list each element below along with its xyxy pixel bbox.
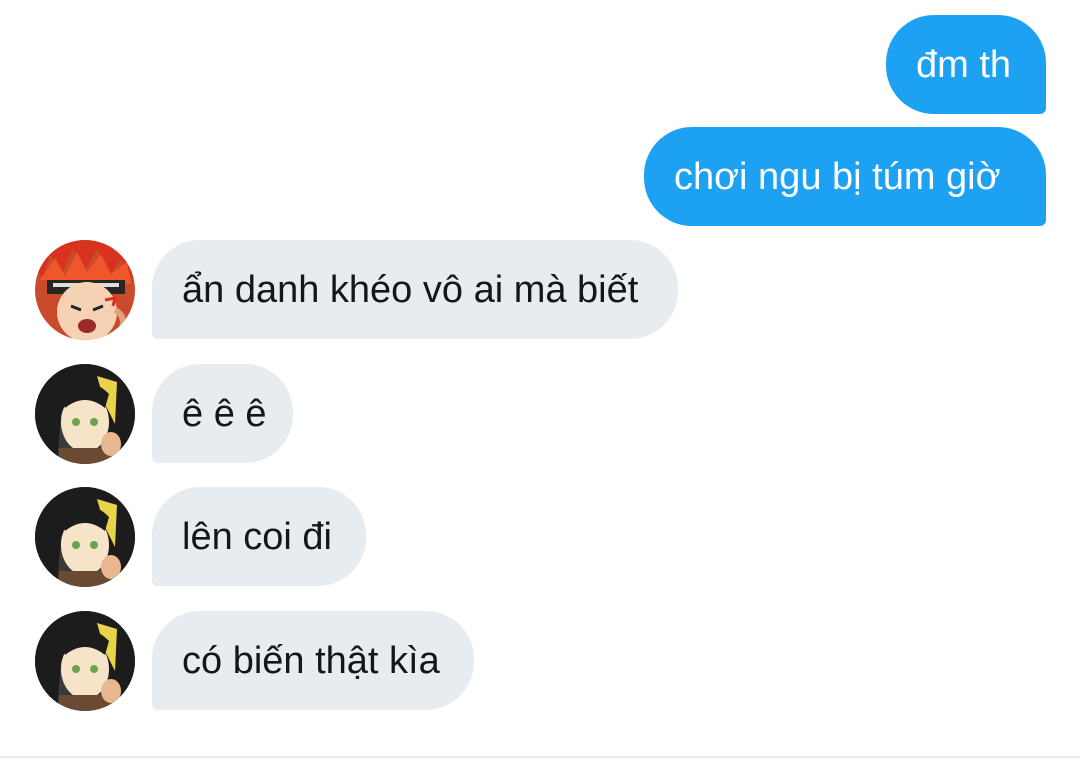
black-yellow-hair-avatar[interactable] (35, 364, 135, 464)
message-text: lên coi đi (182, 515, 332, 558)
message-text: ẩn danh khéo vô ai mà biết (182, 268, 639, 311)
divider (0, 756, 1080, 758)
message-text: đm th (916, 43, 1012, 86)
message-bubble-outgoing[interactable]: đm th (886, 15, 1046, 114)
black-yellow-hair-avatar[interactable] (35, 611, 135, 711)
message-bubble-incoming[interactable]: lên coi đi (152, 487, 366, 586)
message-bubble-incoming[interactable]: ê ê ê (152, 364, 293, 463)
message-bubble-incoming[interactable]: có biến thật kìa (152, 611, 474, 710)
message-thread: đm th chơi ngu bị túm giờ ẩn danh khéo v… (0, 0, 1080, 760)
message-text: ê ê ê (182, 392, 267, 435)
message-text: chơi ngu bị túm giờ (674, 155, 1001, 198)
message-text: có biến thật kìa (182, 639, 440, 682)
red-hair-headband-avatar[interactable] (35, 240, 135, 340)
black-yellow-hair-avatar[interactable] (35, 487, 135, 587)
message-bubble-outgoing[interactable]: chơi ngu bị túm giờ (644, 127, 1046, 226)
message-bubble-incoming[interactable]: ẩn danh khéo vô ai mà biết (152, 240, 678, 339)
